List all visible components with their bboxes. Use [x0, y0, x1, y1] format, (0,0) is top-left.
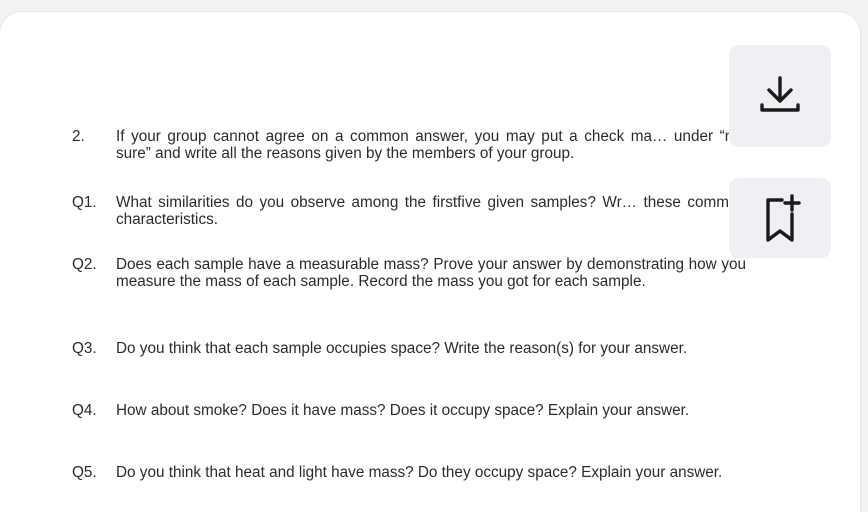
- download-icon: [760, 76, 800, 112]
- item-number: Q3.: [72, 340, 97, 357]
- bookmark-add-icon: [766, 194, 801, 242]
- item-text: Do you think that each sample occupies s…: [116, 340, 688, 357]
- download-button[interactable]: [729, 45, 831, 147]
- item-number: 2.: [72, 128, 85, 145]
- item-number: Q2.: [72, 256, 97, 273]
- list-item: Q2. Does each sample have a measurable m…: [72, 256, 748, 314]
- item-text: How about smoke? Does it have mass? Does…: [116, 402, 690, 419]
- item-text: Do you think that heat and light have ma…: [116, 464, 723, 481]
- list-item: Q1. What similarities do you observe amo…: [72, 194, 748, 234]
- item-number: Q4.: [72, 402, 97, 419]
- item-text: If your group cannot agree on a common a…: [116, 128, 746, 162]
- item-number: Q1.: [72, 194, 97, 211]
- item-text: What similarities do you observe among t…: [116, 194, 746, 228]
- list-item: Q4. How about smoke? Does it have mass? …: [72, 402, 748, 442]
- list-item: Q3. Do you think that each sample occupi…: [72, 340, 748, 380]
- list-item: Q5. Do you think that heat and light hav…: [72, 464, 748, 504]
- item-number: Q5.: [72, 464, 97, 481]
- bookmark-add-button[interactable]: [729, 178, 831, 258]
- item-text: Does each sample have a measurable mass?…: [116, 256, 746, 290]
- list-item: 2. If your group cannot agree on a commo…: [72, 128, 748, 168]
